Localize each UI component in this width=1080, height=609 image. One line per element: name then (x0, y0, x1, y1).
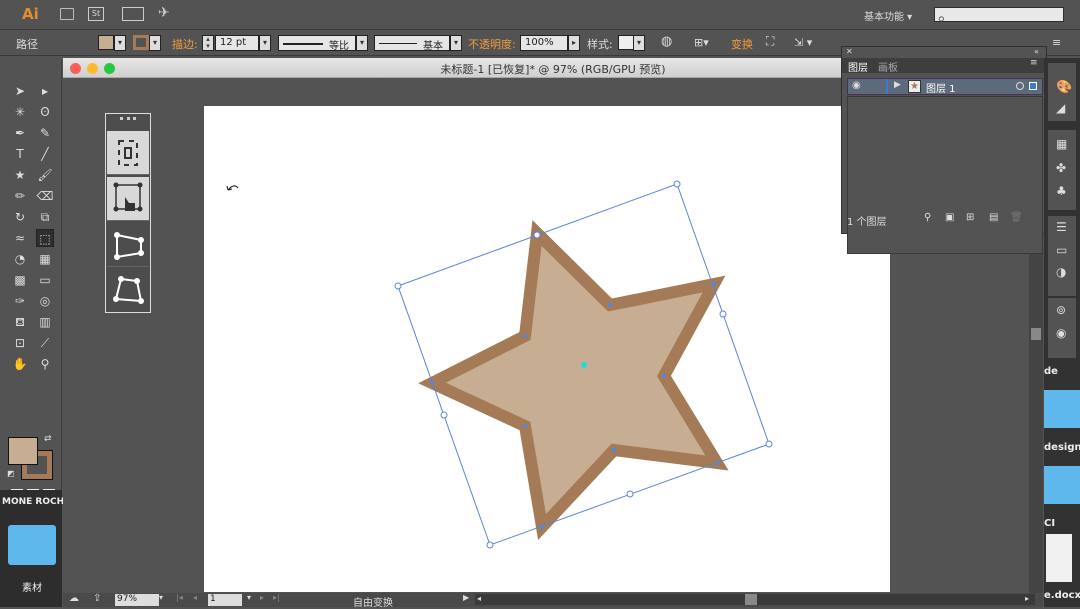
layer-count: 1 个图层 (847, 217, 887, 228)
layers-panel-footer: 1 个图层 ⚲ ▣ ⊞ ▤ 🗑 (842, 210, 1046, 230)
tab-layers[interactable]: 图层 (848, 59, 868, 74)
vertical-scroll-thumb[interactable] (1031, 328, 1041, 340)
next-artboard-button[interactable]: ▸ (260, 593, 264, 602)
chain-link-icon (118, 140, 138, 166)
brushes-icon[interactable]: ✤ (1056, 161, 1066, 175)
free-transform-button[interactable] (107, 177, 149, 221)
rotate-cursor-icon (226, 185, 239, 191)
delete-layer-icon[interactable]: 🗑 (1010, 212, 1023, 223)
tab-artboards[interactable]: 画板 (878, 59, 898, 74)
target-circle-icon[interactable] (1016, 82, 1024, 90)
star-shape[interactable] (418, 220, 729, 540)
layer-color-bar (886, 79, 888, 94)
stroke-panel-icon[interactable]: ☰ (1056, 220, 1067, 234)
docx-file-icon[interactable] (1046, 534, 1072, 582)
layers-panel: ✕ « 图层 画板 ≡ ◉ ▶ ★ 图层 1 1 个图层 ⚲ ▣ ⊞ ▤ 🗑 (841, 46, 1047, 254)
locate-object-icon[interactable]: ⚲ (924, 212, 931, 223)
horizontal-scrollbar[interactable]: ◂ ▸ (475, 594, 1035, 605)
create-sublayer-icon[interactable]: ⊞ (966, 212, 974, 223)
panel-menu-icon[interactable]: ≡ (1030, 58, 1038, 68)
transparency-panel-icon[interactable]: ◑ (1056, 265, 1066, 279)
center-point[interactable] (581, 362, 587, 368)
status-bar: ☁ ⇪ 97% ▾ |◂ ◂ 1 ▾ ▸ ▸| 自由变换 ▶ ◂ ▸ (63, 593, 1043, 609)
constrain-button[interactable] (107, 131, 149, 175)
layer-thumbnail: ★ (908, 80, 921, 93)
zoom-dropdown[interactable]: ▾ (159, 593, 163, 602)
desktop-label-1: de (1044, 366, 1058, 377)
symbols-icon[interactable]: ♣ (1056, 184, 1067, 198)
perspective-distort-icon (114, 232, 144, 260)
selection-indicator[interactable] (1029, 82, 1037, 90)
scroll-right-arrow[interactable]: ▸ (1025, 594, 1029, 603)
right-panel-dock: 🎨 ◢ ▦ ✤ ♣ ☰ ▭ ◑ ⊚ ◉ de design CI e.docx (1044, 58, 1080, 607)
horizontal-scroll-thumb[interactable] (745, 594, 757, 605)
graphic-styles-icon[interactable]: ◉ (1056, 326, 1066, 340)
close-panel-icon[interactable]: ✕ (846, 47, 853, 56)
collapse-panel-icon[interactable]: « (1034, 47, 1039, 56)
artboard-dropdown[interactable]: ▾ (247, 593, 251, 602)
status-menu-arrow[interactable]: ▶ (463, 593, 469, 602)
artboard-number-field[interactable]: 1 (208, 594, 242, 606)
free-transform-widget (105, 113, 151, 313)
touch-transform-icon (113, 182, 143, 212)
scroll-left-arrow[interactable]: ◂ (477, 594, 481, 603)
perspective-distort-button[interactable] (107, 223, 149, 267)
free-distort-button[interactable] (107, 269, 149, 313)
color-guide-icon[interactable]: ◢ (1056, 101, 1065, 115)
first-artboard-button[interactable]: |◂ (176, 593, 183, 602)
desktop-label-3: CI (1044, 518, 1056, 529)
desktop-folder-icon-2[interactable] (1044, 466, 1080, 504)
share-icon[interactable]: ⇪ (93, 593, 101, 604)
panel-tab-bar: 图层 画板 ≡ (842, 58, 1046, 74)
appearance-panel-icon[interactable]: ⊚ (1056, 303, 1066, 317)
desktop-label-4: e.docx (1044, 590, 1080, 601)
desktop-label-2: design (1044, 442, 1080, 453)
create-new-layer-icon[interactable]: ▤ (989, 212, 998, 223)
layer-list (847, 96, 1043, 254)
cloud-doc-icon[interactable]: ☁ (69, 593, 79, 604)
previous-artboard-button[interactable]: ◂ (193, 593, 197, 602)
expand-arrow-icon[interactable]: ▶ (894, 80, 901, 90)
visibility-eye-icon[interactable]: ◉ (852, 80, 861, 91)
layer-name[interactable]: 图层 1 (926, 80, 956, 95)
color-panel-icon[interactable]: 🎨 (1056, 80, 1072, 95)
desktop-folder-icon-1[interactable] (1044, 390, 1080, 428)
last-artboard-button[interactable]: ▸| (273, 593, 280, 602)
gradient-panel-icon[interactable]: ▭ (1056, 243, 1067, 257)
layer-row[interactable]: ◉ ▶ ★ 图层 1 (847, 78, 1043, 95)
make-clipping-mask-icon[interactable]: ▣ (945, 212, 954, 223)
zoom-level-field[interactable]: 97% (115, 594, 159, 606)
swatches-icon[interactable]: ▦ (1056, 137, 1067, 151)
free-distort-icon (113, 276, 144, 304)
palette-grip[interactable] (120, 117, 136, 120)
